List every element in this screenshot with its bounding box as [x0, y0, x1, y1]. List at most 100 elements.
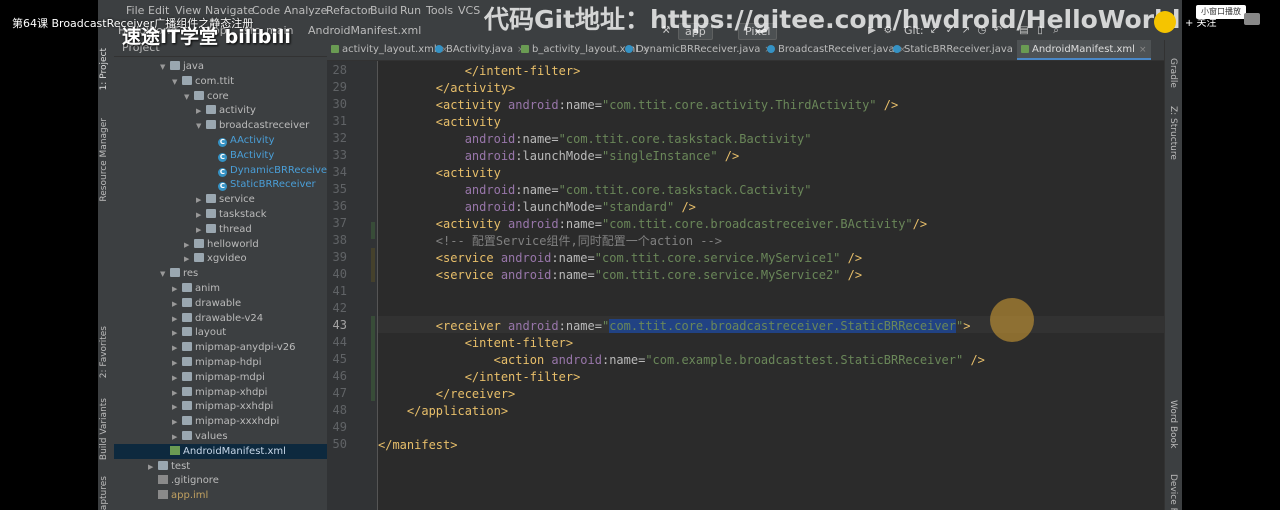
- tab-staticbrreceiver-java[interactable]: StaticBRReceiver.java×: [889, 40, 1028, 60]
- line-number: 35: [332, 182, 347, 196]
- tree-folder[interactable]: ▼ core: [114, 89, 327, 104]
- word-book-tool-button[interactable]: Word Book: [1168, 400, 1178, 448]
- tree-folder[interactable]: ▶ test: [114, 459, 327, 474]
- favorites-tool-button[interactable]: 2: Favorites: [99, 326, 109, 378]
- tree-folder[interactable]: ▼ broadcastreceiver: [114, 118, 327, 133]
- expand-arrow-icon[interactable]: ▼: [160, 60, 170, 75]
- menu-vcs[interactable]: VCS: [458, 4, 480, 17]
- expand-arrow-icon[interactable]: ▶: [172, 356, 182, 371]
- expand-arrow-icon[interactable]: ▶: [196, 223, 206, 238]
- menu-run[interactable]: Run: [400, 4, 421, 17]
- tree-folder[interactable]: ▶ values: [114, 429, 327, 444]
- expand-arrow-icon[interactable]: ▶: [172, 282, 182, 297]
- follow-button[interactable]: + 关注: [1185, 14, 1217, 29]
- tree-file[interactable]: app.iml: [114, 488, 327, 503]
- expand-arrow-icon[interactable]: ▶: [172, 326, 182, 341]
- code-line: <activity android:name="com.ttit.core.br…: [378, 216, 927, 233]
- editor-tabs: activity_layout.xml×BActivity.java×b_act…: [327, 40, 1164, 61]
- expand-arrow-icon[interactable]: ▶: [196, 208, 206, 223]
- tree-folder[interactable]: ▶ helloworld: [114, 237, 327, 252]
- expand-arrow-icon[interactable]: ▶: [172, 415, 182, 430]
- tab-bactivity-java[interactable]: BActivity.java×: [431, 40, 529, 60]
- expand-arrow-icon[interactable]: ▶: [148, 460, 158, 475]
- code-token: </application>: [406, 404, 509, 418]
- tree-folder[interactable]: ▼ com.ttit: [114, 74, 327, 89]
- resource-manager-tool-button[interactable]: Resource Manager: [99, 118, 109, 202]
- device-file-tool-button[interactable]: Device File: [1168, 474, 1178, 510]
- expand-arrow-icon[interactable]: ▼: [184, 90, 194, 105]
- tree-item-label: AActivity: [230, 135, 275, 146]
- tree-folder[interactable]: ▶ taskstack: [114, 207, 327, 222]
- expand-arrow-icon[interactable]: ▼: [172, 75, 182, 90]
- folder-icon: [170, 268, 180, 278]
- tree-file[interactable]: C AActivity: [114, 133, 327, 148]
- tree-file[interactable]: C StaticBRReceiver: [114, 177, 327, 192]
- line-number: 45: [332, 352, 347, 366]
- menu-refactor[interactable]: Refactor: [326, 4, 372, 17]
- menu-build[interactable]: Build: [370, 4, 398, 17]
- tree-file[interactable]: C DynamicBRReceiver: [114, 163, 327, 178]
- tree-folder[interactable]: ▶ service: [114, 192, 327, 207]
- expand-arrow-icon[interactable]: ▶: [184, 238, 194, 253]
- close-icon[interactable]: ×: [1139, 45, 1147, 55]
- tree-folder[interactable]: ▼ java: [114, 59, 327, 74]
- build-variants-tool-button[interactable]: Build Variants: [99, 398, 109, 460]
- tab-dynamicbrreceiver-java[interactable]: DynamicBRReceiver.java×: [621, 40, 776, 60]
- code-line: android:name="com.ttit.core.taskstack.Ca…: [378, 182, 812, 199]
- line-number: 32: [332, 131, 347, 145]
- folder-icon: [182, 342, 192, 352]
- tree-folder[interactable]: ▶ activity: [114, 103, 327, 118]
- menu-code[interactable]: Code: [252, 4, 280, 17]
- tree-folder[interactable]: ▶ mipmap-hdpi: [114, 355, 327, 370]
- comment-icon[interactable]: [1244, 13, 1260, 25]
- tree-folder[interactable]: ▶ layout: [114, 325, 327, 340]
- tree-folder[interactable]: ▶ drawable-v24: [114, 311, 327, 326]
- expand-arrow-icon[interactable]: ▶: [196, 193, 206, 208]
- tree-file[interactable]: .gitignore: [114, 473, 327, 488]
- expand-arrow-icon[interactable]: ▶: [196, 104, 206, 119]
- expand-arrow-icon[interactable]: ▼: [160, 267, 170, 282]
- tree-folder[interactable]: ▶ drawable: [114, 296, 327, 311]
- tree-folder[interactable]: ▶ mipmap-xxhdpi: [114, 399, 327, 414]
- gradle-tool-button[interactable]: Gradle: [1168, 58, 1178, 88]
- captures-tool-button[interactable]: Captures: [99, 476, 109, 510]
- expand-arrow-icon[interactable]: ▶: [172, 297, 182, 312]
- expand-arrow-icon[interactable]: ▶: [172, 386, 182, 401]
- expand-arrow-icon[interactable]: ▶: [172, 341, 182, 356]
- expand-arrow-icon[interactable]: ▼: [196, 119, 206, 134]
- tree-folder[interactable]: ▶ mipmap-xxxhdpi: [114, 414, 327, 429]
- expand-arrow-icon[interactable]: ▶: [172, 400, 182, 415]
- tree-folder[interactable]: ▶ mipmap-xhdpi: [114, 385, 327, 400]
- tree-folder[interactable]: ▶ mipmap-anydpi-v26: [114, 340, 327, 355]
- expand-arrow-icon[interactable]: ▶: [184, 252, 194, 267]
- tree-file[interactable]: AndroidManifest.xml: [114, 443, 327, 459]
- menu-analyze[interactable]: Analyze: [284, 4, 327, 17]
- tab-androidmanifest-xml[interactable]: AndroidManifest.xml ×: [1017, 40, 1151, 60]
- tree-folder[interactable]: ▶ mipmap-mdpi: [114, 370, 327, 385]
- code-editor[interactable]: </intent-filter> </activity> <activity a…: [378, 61, 1164, 510]
- expand-arrow-icon[interactable]: ▶: [172, 371, 182, 386]
- expand-arrow-icon[interactable]: ▶: [172, 312, 182, 327]
- folder-icon: [206, 105, 216, 115]
- tree-folder[interactable]: ▶ anim: [114, 281, 327, 296]
- code-token: <receiver: [435, 319, 509, 333]
- tree-file[interactable]: C BActivity: [114, 148, 327, 163]
- tree-folder[interactable]: ▶ thread: [114, 222, 327, 237]
- code-token: />: [840, 251, 863, 265]
- structure-tool-button[interactable]: Z: Structure: [1168, 106, 1178, 160]
- code-token: <activity: [435, 98, 509, 112]
- tree-folder[interactable]: ▶ xgvideo: [114, 251, 327, 266]
- project-tool-button[interactable]: 1: Project: [99, 48, 109, 90]
- avatar[interactable]: [1154, 11, 1176, 33]
- expand-arrow-icon[interactable]: ▶: [172, 430, 182, 445]
- code-token: com.ttit.core.broadcastreceiver.StaticBR…: [609, 319, 956, 333]
- menu-tools[interactable]: Tools: [426, 4, 453, 17]
- tree-folder[interactable]: ▼ res: [114, 266, 327, 281]
- code-token: :name=: [558, 319, 602, 333]
- breadcrumb-item[interactable]: AndroidManifest.xml: [308, 24, 421, 37]
